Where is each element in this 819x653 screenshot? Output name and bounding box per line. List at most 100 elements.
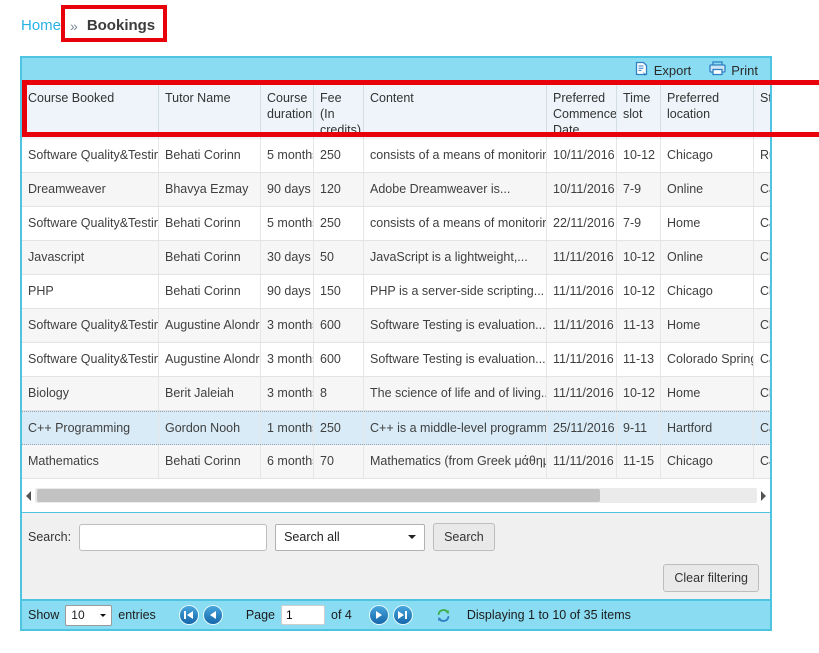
cell-commence-date: 11/11/2016 xyxy=(547,343,617,376)
scrollbar-track[interactable] xyxy=(35,488,757,503)
previous-page-button[interactable] xyxy=(204,606,222,624)
cell-course-booked: Software Quality&Testing xyxy=(22,207,159,240)
column-header-preferred-location[interactable]: Preferred location xyxy=(661,82,754,139)
table-row[interactable]: Mathematics Behati Corinn 6 months 70 Ma… xyxy=(22,445,770,479)
cell-preferred-location: Home xyxy=(661,309,754,342)
cell-course-booked: Software Quality&Testing xyxy=(22,139,159,172)
cell-preferred-location: Chicago xyxy=(661,139,754,172)
cell-commence-date: 11/11/2016 xyxy=(547,275,617,308)
table-row[interactable]: Javascript Behati Corinn 30 days 50 Java… xyxy=(22,241,770,275)
filter-panel: Search: Search all Search Clear filterin… xyxy=(22,512,770,599)
cell-status-clipped: Cl xyxy=(754,309,770,342)
cell-tutor-name: Augustine Alondra xyxy=(159,343,261,376)
table-row[interactable]: Software Quality&Testing Behati Corinn 5… xyxy=(22,207,770,241)
cell-status-clipped: Ca xyxy=(754,445,770,478)
next-page-icon xyxy=(375,611,383,619)
breadcrumb-current: Bookings xyxy=(87,17,155,34)
column-header-course-duration[interactable]: Course duration xyxy=(261,82,314,139)
column-header-status-clipped[interactable]: St xyxy=(754,82,770,139)
cell-preferred-location: Home xyxy=(661,377,754,410)
previous-page-icon xyxy=(209,611,217,619)
export-button[interactable]: Export xyxy=(635,61,692,80)
page-size-select[interactable]: 10 xyxy=(65,605,112,626)
column-header-commence-date[interactable]: Preferred Commence Date xyxy=(547,82,617,139)
print-icon xyxy=(709,61,726,79)
table-row[interactable]: Biology Berit Jaleiah 3 months 8 The sci… xyxy=(22,377,770,411)
cell-content: Mathematics (from Greek μάθημα... xyxy=(364,445,547,478)
cell-time-slot: 10-12 xyxy=(617,275,661,308)
print-button[interactable]: Print xyxy=(709,61,758,79)
cell-course-duration: 90 days xyxy=(261,173,314,206)
entries-label: entries xyxy=(118,608,156,622)
cell-tutor-name: Gordon Nooh xyxy=(159,412,261,444)
cell-tutor-name: Behati Corinn xyxy=(159,139,261,172)
search-input[interactable] xyxy=(79,524,267,551)
search-button[interactable]: Search xyxy=(433,523,495,551)
cell-course-duration: 3 months xyxy=(261,377,314,410)
refresh-icon xyxy=(436,608,451,623)
table-row[interactable]: C++ Programming Gordon Nooh 1 months 250… xyxy=(22,411,770,445)
refresh-button[interactable] xyxy=(436,608,451,623)
cell-content: Adobe Dreamweaver is... xyxy=(364,173,547,206)
table-row[interactable]: PHP Behati Corinn 90 days 150 PHP is a s… xyxy=(22,275,770,309)
column-header-content[interactable]: Content xyxy=(364,82,547,139)
breadcrumb-separator: » xyxy=(70,18,78,34)
table-row[interactable]: Software Quality&Testing Augustine Alond… xyxy=(22,309,770,343)
cell-course-booked: PHP xyxy=(22,275,159,308)
scrollbar-thumb[interactable] xyxy=(37,489,600,502)
cell-course-duration: 3 months xyxy=(261,309,314,342)
table-body: Software Quality&Testing Behati Corinn 5… xyxy=(22,139,770,479)
cell-fee: 8 xyxy=(314,377,364,410)
page-number-input[interactable] xyxy=(281,605,325,625)
cell-commence-date: 10/11/2016 xyxy=(547,139,617,172)
cell-commence-date: 11/11/2016 xyxy=(547,309,617,342)
cell-status-clipped: Ca xyxy=(754,412,770,444)
column-header-fee[interactable]: Fee (In credits) xyxy=(314,82,364,139)
cell-commence-date: 11/11/2016 xyxy=(547,445,617,478)
table-row[interactable]: Software Quality&Testing Behati Corinn 5… xyxy=(22,139,770,173)
cell-course-duration: 6 months xyxy=(261,445,314,478)
column-header-course-booked[interactable]: Course Booked xyxy=(22,82,159,139)
breadcrumb: Home » Bookings xyxy=(21,17,155,34)
search-field-select[interactable]: Search all xyxy=(275,524,425,551)
clear-filtering-button[interactable]: Clear filtering xyxy=(663,564,759,592)
cell-tutor-name: Behati Corinn xyxy=(159,445,261,478)
scroll-left-arrow-icon[interactable] xyxy=(26,491,31,501)
cell-status-clipped: Ca xyxy=(754,343,770,376)
cell-time-slot: 11-13 xyxy=(617,343,661,376)
cell-content: consists of a means of monitoring... xyxy=(364,207,547,240)
cell-status-clipped: Ru xyxy=(754,139,770,172)
table-row[interactable]: Dreamweaver Bhavya Ezmay 90 days 120 Ado… xyxy=(22,173,770,207)
cell-course-booked: C++ Programming xyxy=(22,412,159,444)
cell-fee: 50 xyxy=(314,241,364,274)
last-page-button[interactable] xyxy=(394,606,412,624)
cell-fee: 70 xyxy=(314,445,364,478)
cell-course-booked: Software Quality&Testing xyxy=(22,309,159,342)
column-header-tutor-name[interactable]: Tutor Name xyxy=(159,82,261,139)
cell-course-booked: Dreamweaver xyxy=(22,173,159,206)
scroll-right-arrow-icon[interactable] xyxy=(761,491,766,501)
last-page-icon xyxy=(398,611,407,619)
table-row[interactable]: Software Quality&Testing Augustine Alond… xyxy=(22,343,770,377)
cell-time-slot: 11-15 xyxy=(617,445,661,478)
first-page-button[interactable] xyxy=(180,606,198,624)
cell-content: The science of life and of living... xyxy=(364,377,547,410)
bookings-table: Course Booked Tutor Name Course duration… xyxy=(22,82,770,479)
export-icon xyxy=(635,61,649,80)
cell-content: Software Testing is evaluation... xyxy=(364,343,547,376)
cell-course-booked: Javascript xyxy=(22,241,159,274)
cell-fee: 250 xyxy=(314,139,364,172)
cell-status-clipped: Ca xyxy=(754,173,770,206)
cell-commence-date: 22/11/2016 xyxy=(547,207,617,240)
cell-tutor-name: Behati Corinn xyxy=(159,241,261,274)
column-header-time-slot[interactable]: Time slot xyxy=(617,82,661,139)
breadcrumb-home-link[interactable]: Home xyxy=(21,17,61,34)
page-size-value: 10 xyxy=(71,608,84,622)
cell-preferred-location: Hartford xyxy=(661,412,754,444)
cell-preferred-location: Online xyxy=(661,173,754,206)
cell-status-clipped: Cl xyxy=(754,241,770,274)
show-label: Show xyxy=(28,608,59,622)
horizontal-scrollbar xyxy=(22,479,770,512)
paging-status: Displaying 1 to 10 of 35 items xyxy=(467,608,631,622)
next-page-button[interactable] xyxy=(370,606,388,624)
